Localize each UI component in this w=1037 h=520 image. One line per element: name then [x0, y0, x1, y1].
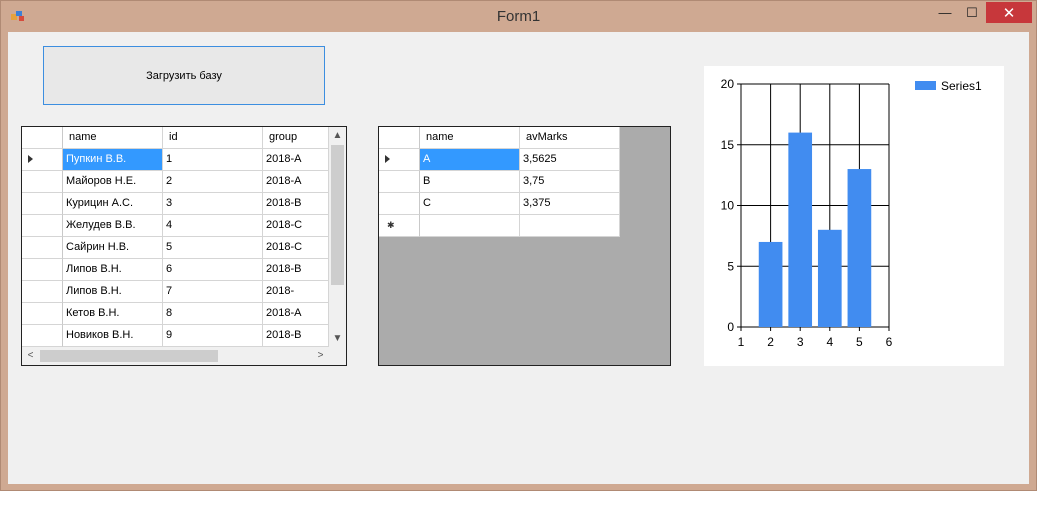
- app-window: Form1 — ☐ ✕ Загрузить базу ▲ ▼ < > name i…: [0, 0, 1037, 491]
- x-tick-label: 3: [797, 335, 804, 349]
- column-header[interactable]: name: [63, 127, 163, 149]
- y-tick-label: 10: [721, 199, 735, 213]
- table-cell[interactable]: Липов В.Н.: [63, 281, 163, 303]
- table-cell[interactable]: 3: [163, 193, 263, 215]
- row-header[interactable]: [22, 325, 63, 347]
- row-header[interactable]: [22, 237, 63, 259]
- average-marks-grid[interactable]: name avMarks A 3,5625 B 3,75 C 3,375 ✱: [378, 126, 671, 366]
- table-cell[interactable]: Кетов В.Н.: [63, 303, 163, 325]
- column-header[interactable]: name: [420, 127, 520, 149]
- x-tick-label: 4: [826, 335, 833, 349]
- legend-label: Series1: [941, 79, 982, 93]
- x-tick-label: 2: [767, 335, 774, 349]
- table-cell[interactable]: 2018-C: [263, 237, 329, 259]
- table-cell[interactable]: 8: [163, 303, 263, 325]
- table-cell[interactable]: Новиков В.Н.: [63, 325, 163, 347]
- row-header-corner[interactable]: [379, 127, 420, 149]
- scroll-up-icon[interactable]: ▲: [329, 127, 346, 144]
- scroll-right-icon[interactable]: >: [312, 347, 329, 365]
- table-cell[interactable]: 5: [163, 237, 263, 259]
- table-cell[interactable]: Пупкин В.В.: [63, 149, 163, 171]
- table-cell[interactable]: 2018-A: [263, 149, 329, 171]
- row-header[interactable]: [22, 303, 63, 325]
- x-tick-label: 1: [738, 335, 745, 349]
- minimize-button[interactable]: —: [932, 2, 958, 23]
- table-cell[interactable]: 3,375: [520, 193, 620, 215]
- y-tick-label: 15: [721, 138, 735, 152]
- close-button[interactable]: ✕: [986, 2, 1032, 23]
- table-cell[interactable]: 6: [163, 259, 263, 281]
- bar: [817, 229, 842, 327]
- row-header-corner[interactable]: [22, 127, 63, 149]
- table-cell[interactable]: A: [420, 149, 520, 171]
- table-cell[interactable]: 2018-B: [263, 193, 329, 215]
- students-grid[interactable]: ▲ ▼ < > name id group Пупкин В.В. 1 2018-A Май…: [21, 126, 347, 366]
- table-cell[interactable]: 2018-B: [263, 259, 329, 281]
- table-cell[interactable]: Липов В.Н.: [63, 259, 163, 281]
- title-bar[interactable]: Form1 — ☐ ✕: [1, 1, 1036, 32]
- x-tick-label: 5: [856, 335, 863, 349]
- table-cell[interactable]: [420, 215, 520, 237]
- horizontal-scrollbar[interactable]: < >: [22, 347, 329, 365]
- row-header[interactable]: [22, 193, 63, 215]
- maximize-button[interactable]: ☐: [959, 2, 985, 23]
- table-cell[interactable]: B: [420, 171, 520, 193]
- scrollbar-corner: [329, 347, 346, 365]
- table-cell[interactable]: 3,75: [520, 171, 620, 193]
- vertical-scrollbar[interactable]: ▲ ▼: [329, 127, 346, 347]
- current-row-arrow-icon: [385, 155, 390, 163]
- column-header[interactable]: id: [163, 127, 263, 149]
- form-client-area: Загрузить базу ▲ ▼ < > name id group Пупкин…: [8, 32, 1029, 484]
- row-header[interactable]: [22, 281, 63, 303]
- row-header[interactable]: [379, 193, 420, 215]
- table-cell[interactable]: Майоров Н.Е.: [63, 171, 163, 193]
- row-header[interactable]: [22, 215, 63, 237]
- row-header[interactable]: [379, 171, 420, 193]
- row-header[interactable]: [22, 171, 63, 193]
- y-tick-label: 0: [727, 320, 734, 334]
- scroll-left-icon[interactable]: <: [22, 347, 39, 365]
- table-cell[interactable]: 2018-B: [263, 325, 329, 347]
- table-cell[interactable]: Сайрин Н.В.: [63, 237, 163, 259]
- row-header[interactable]: ✱: [379, 215, 420, 237]
- bar: [847, 169, 872, 327]
- table-cell[interactable]: 1: [163, 149, 263, 171]
- table-cell[interactable]: 2018-C: [263, 215, 329, 237]
- new-row-icon: ✱: [387, 220, 395, 230]
- table-cell[interactable]: 9: [163, 325, 263, 347]
- legend-swatch: [915, 81, 936, 90]
- marks-chart: 0 5 10 15 20 1 2 3 4 5 6 Series1: [704, 66, 1004, 366]
- x-tick-label: 6: [886, 335, 893, 349]
- load-database-button[interactable]: Загрузить базу: [43, 46, 325, 105]
- y-tick-label: 20: [721, 77, 735, 91]
- bar-chart: 0 5 10 15 20 1 2 3 4 5 6 Series1: [721, 77, 982, 349]
- table-cell[interactable]: 2: [163, 171, 263, 193]
- row-header[interactable]: [22, 149, 63, 171]
- table-cell[interactable]: [520, 215, 620, 237]
- bar: [758, 241, 783, 327]
- table-cell[interactable]: C: [420, 193, 520, 215]
- column-header[interactable]: avMarks: [520, 127, 620, 149]
- current-row-arrow-icon: [28, 155, 33, 163]
- table-cell[interactable]: Курицин А.С.: [63, 193, 163, 215]
- bar: [788, 132, 813, 327]
- column-header[interactable]: group: [263, 127, 329, 149]
- table-cell[interactable]: 2018-A: [263, 303, 329, 325]
- table-cell[interactable]: 7: [163, 281, 263, 303]
- table-cell[interactable]: 3,5625: [520, 149, 620, 171]
- vertical-scroll-thumb[interactable]: [331, 145, 344, 285]
- y-tick-label: 5: [727, 259, 734, 273]
- horizontal-scroll-thumb[interactable]: [40, 350, 218, 362]
- scroll-down-icon[interactable]: ▼: [329, 330, 346, 347]
- table-cell[interactable]: Желудев В.В.: [63, 215, 163, 237]
- table-cell[interactable]: 2018-: [263, 281, 329, 303]
- table-cell[interactable]: 4: [163, 215, 263, 237]
- table-cell[interactable]: 2018-A: [263, 171, 329, 193]
- window-title: Form1: [496, 8, 541, 25]
- row-header[interactable]: [22, 259, 63, 281]
- row-header[interactable]: [379, 149, 420, 171]
